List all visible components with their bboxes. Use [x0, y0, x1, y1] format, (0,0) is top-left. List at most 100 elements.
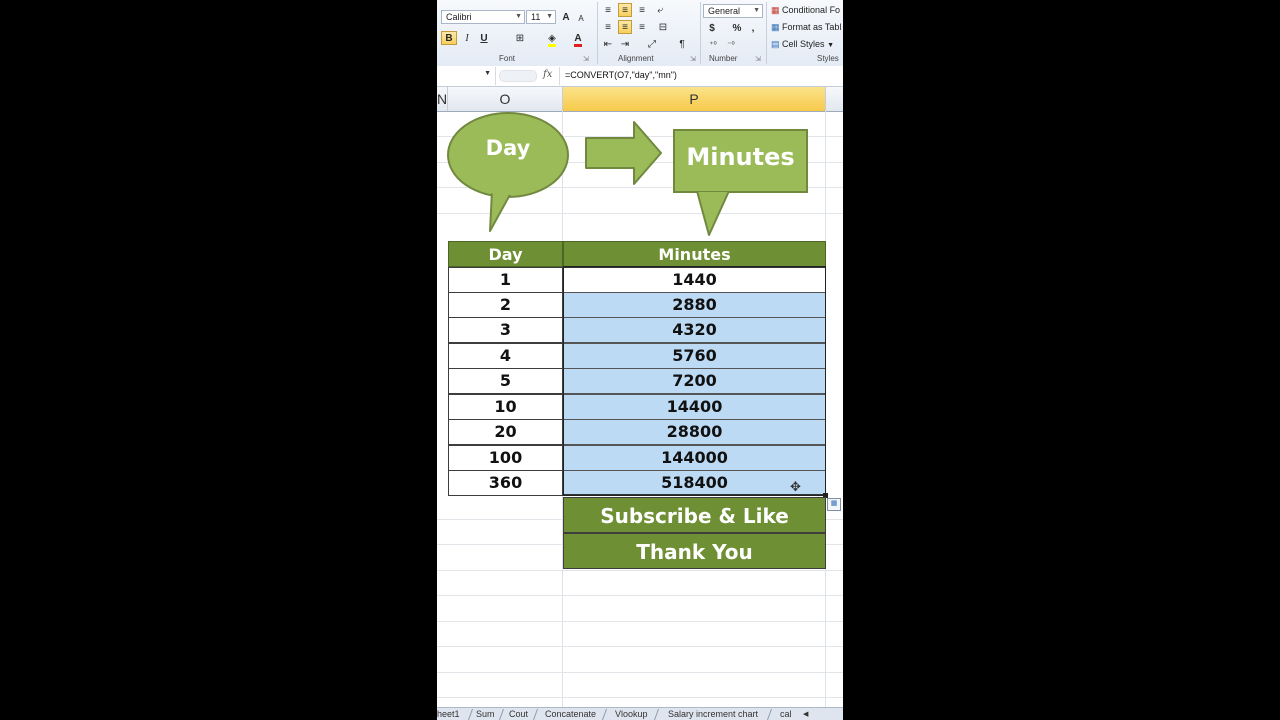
conditional-formatting-icon: ▦ — [771, 5, 780, 15]
thank-you-banner[interactable]: Thank You — [563, 533, 826, 569]
percent-label: % — [732, 23, 742, 34]
underline-label: U — [480, 33, 488, 44]
cell-styles-button[interactable]: ▤ Cell Styles ▼ — [771, 39, 834, 50]
grow-font-button[interactable]: A — [560, 10, 572, 24]
minutes-cell[interactable]: 2880 — [563, 292, 826, 318]
increase-indent-button[interactable]: ⇥ — [618, 37, 632, 51]
day-cell[interactable]: 100 — [448, 445, 563, 471]
minutes-cell[interactable]: 5760 — [563, 343, 826, 369]
fill-bucket-icon: ◈ — [548, 33, 556, 47]
align-bottom-icon: ≡ — [639, 5, 645, 16]
sheet-tab[interactable]: cal — [780, 708, 792, 720]
font-name-combo[interactable]: Calibri ▼ — [441, 10, 525, 24]
auto-fill-options-icon[interactable]: ▦ — [827, 498, 841, 511]
align-bottom-button[interactable]: ≡ — [635, 3, 649, 17]
orientation-button[interactable]: ⤢ — [643, 37, 661, 51]
percent-button[interactable]: % — [730, 21, 744, 35]
day-cell[interactable]: 3 — [448, 317, 563, 343]
decrease-decimal-button[interactable]: ⁻⁰ — [723, 37, 739, 51]
minutes-cell[interactable]: 14400 — [563, 394, 826, 420]
chevron-down-icon: ▼ — [753, 7, 760, 14]
format-as-table-label: Format as Tabl — [782, 22, 842, 32]
text-direction-button[interactable]: ¶ — [673, 37, 691, 51]
excel-window: Calibri ▼ 11 ▼ A A B I U ⊞ ◈ A Font ⇲ ≡ ≡ … — [437, 0, 843, 720]
wrap-text-button[interactable]: ⤶ — [653, 3, 667, 17]
italic-button[interactable]: I — [460, 31, 474, 45]
underline-button[interactable]: U — [477, 31, 491, 45]
currency-button[interactable]: $ — [705, 21, 719, 35]
grow-font-label: A — [562, 12, 570, 23]
align-center-button[interactable]: ≡ — [618, 20, 632, 34]
sheet-tab[interactable]: heet1 — [437, 708, 460, 720]
row-gridline — [437, 621, 843, 622]
font-color-label: A — [574, 33, 582, 47]
sheet-tab[interactable]: Cout — [509, 708, 528, 720]
table-header-minutes[interactable]: Minutes — [563, 241, 826, 267]
decrease-indent-button[interactable]: ⇤ — [601, 37, 615, 51]
dialog-launcher-icon[interactable]: ⇲ — [583, 55, 589, 63]
row-gridline — [437, 595, 843, 596]
minutes-cell[interactable]: 518400 — [563, 470, 826, 496]
font-color-button[interactable]: A — [569, 31, 587, 47]
column-header-q[interactable] — [826, 87, 843, 111]
day-cell[interactable]: 4 — [448, 343, 563, 369]
day-speech-bubble[interactable] — [447, 112, 569, 232]
arrow-right-icon — [585, 121, 662, 185]
italic-label: I — [465, 33, 469, 44]
align-top-button[interactable]: ≡ — [601, 3, 615, 17]
column-header-n[interactable]: N — [437, 87, 448, 111]
minutes-cell[interactable]: 144000 — [563, 445, 826, 471]
bold-button[interactable]: B — [441, 31, 457, 45]
format-as-table-button[interactable]: ▦ Format as Tabl — [771, 22, 841, 33]
number-format-combo[interactable]: General ▼ — [703, 4, 763, 18]
decrease-decimal-icon: ⁻⁰ — [727, 40, 735, 49]
dialog-launcher-icon[interactable]: ⇲ — [755, 55, 761, 63]
align-middle-button[interactable]: ≡ — [618, 3, 632, 17]
align-left-button[interactable]: ≡ — [601, 20, 615, 34]
sheet-tab[interactable]: Vlookup — [615, 708, 648, 720]
font-group-label: Font — [499, 54, 516, 63]
formula-input[interactable]: =CONVERT(O7,"day","mn") — [565, 70, 677, 80]
day-callout-label: Day — [485, 136, 531, 160]
align-right-button[interactable]: ≡ — [635, 20, 649, 34]
tab-scroll-left-icon[interactable]: ◀ — [803, 708, 808, 720]
number-format-value: General — [708, 6, 741, 16]
conditional-formatting-button[interactable]: ▦ Conditional Fo — [771, 5, 840, 16]
minutes-cell[interactable]: 4320 — [563, 317, 826, 343]
tab-divider — [766, 709, 773, 720]
cell-styles-icon: ▤ — [771, 39, 780, 49]
fill-color-button[interactable]: ◈ — [541, 31, 563, 47]
table-header-day[interactable]: Day — [448, 241, 563, 267]
sheet-tab[interactable]: Sum — [476, 708, 495, 720]
minutes-cell[interactable]: 7200 — [563, 368, 826, 394]
sheet-tab[interactable]: Concatenate — [545, 708, 596, 720]
cell-cursor-icon: ✥ — [790, 479, 801, 494]
merge-center-button[interactable]: ⊟ — [653, 20, 673, 34]
font-size-combo[interactable]: 11 ▼ — [526, 10, 556, 24]
dialog-launcher-icon[interactable]: ⇲ — [690, 55, 696, 63]
insert-function-icon[interactable]: fx — [543, 69, 552, 80]
increase-decimal-button[interactable]: ⁺⁰ — [705, 37, 721, 51]
day-cell[interactable]: 1 — [448, 267, 563, 293]
day-cell[interactable]: 20 — [448, 419, 563, 445]
day-cell[interactable]: 10 — [448, 394, 563, 420]
day-cell[interactable]: 360 — [448, 470, 563, 496]
shrink-font-button[interactable]: A — [575, 11, 587, 25]
column-header-o[interactable]: O — [448, 87, 563, 111]
chevron-down-icon: ▼ — [827, 42, 834, 49]
column-header-p[interactable]: P — [563, 87, 826, 111]
active-cell[interactable]: 1440 — [563, 267, 826, 293]
day-cell[interactable]: 5 — [448, 368, 563, 394]
row-gridline — [437, 672, 843, 673]
minutes-callout-label: Minutes — [686, 143, 795, 171]
minutes-cell[interactable]: 28800 — [563, 419, 826, 445]
chevron-down-icon: ▼ — [484, 70, 491, 77]
sheet-tab[interactable]: Salary increment chart — [668, 708, 758, 720]
subscribe-banner[interactable]: Subscribe & Like — [563, 497, 826, 533]
comma-button[interactable]: , — [746, 21, 760, 35]
group-divider — [597, 2, 598, 64]
day-cell[interactable]: 2 — [448, 292, 563, 318]
borders-button[interactable]: ⊞ — [509, 31, 531, 45]
name-box[interactable]: ▼ — [437, 68, 493, 83]
increase-indent-icon: ⇥ — [620, 39, 630, 50]
